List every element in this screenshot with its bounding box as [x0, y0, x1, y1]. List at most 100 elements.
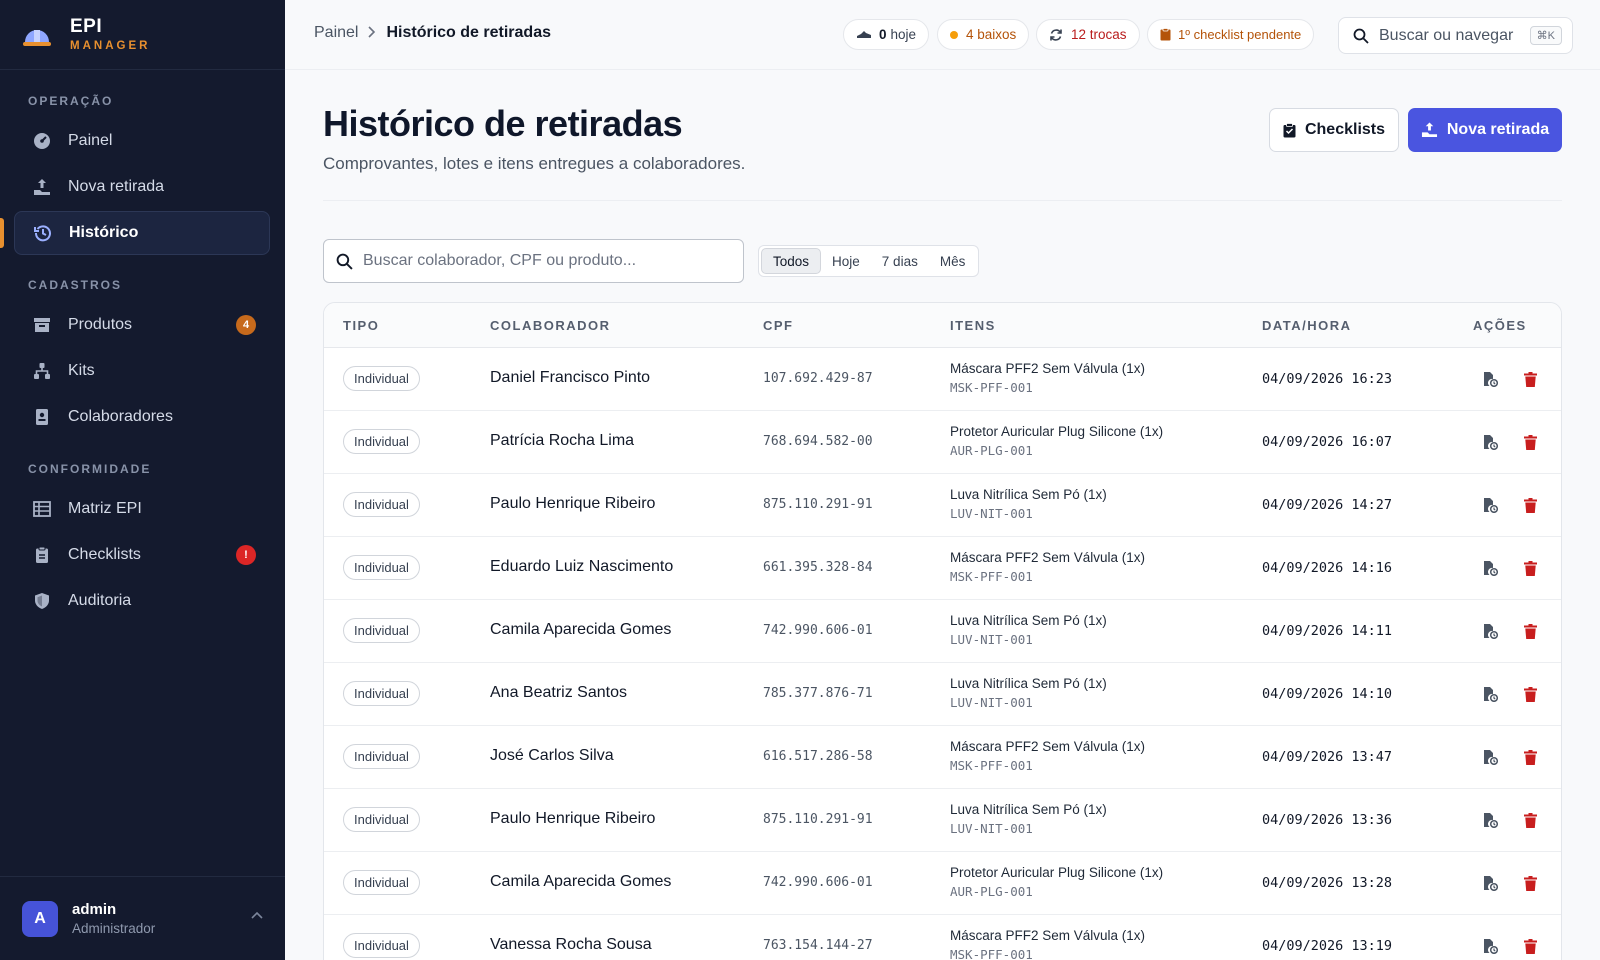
trash-icon[interactable]: [1520, 495, 1540, 515]
range-7-dias[interactable]: 7 dias: [871, 248, 929, 274]
trash-icon[interactable]: [1520, 621, 1540, 641]
trash-icon[interactable]: [1520, 810, 1540, 830]
sidebar-item-produtos[interactable]: Produtos 4: [14, 303, 270, 347]
user-menu[interactable]: A admin Administrador: [0, 876, 285, 960]
page-subtitle: Comprovantes, lotes e itens entregues a …: [323, 154, 746, 173]
breadcrumb-root[interactable]: Painel: [314, 24, 358, 42]
trash-icon[interactable]: [1520, 558, 1540, 578]
receipt-icon[interactable]: [1480, 369, 1500, 389]
breadcrumb: Painel Histórico de retiradas: [314, 24, 551, 42]
table-row[interactable]: Individual Paulo Henrique Ribeiro 875.11…: [324, 789, 1561, 852]
sidebar-item-colaboradores[interactable]: Colaboradores: [14, 395, 270, 439]
sidebar-item-label: Painel: [68, 132, 113, 149]
collaborator-name: Camila Aparecida Gomes: [490, 621, 672, 638]
table-row[interactable]: Individual Camila Aparecida Gomes 742.99…: [324, 600, 1561, 663]
range-todos[interactable]: Todos: [761, 248, 822, 274]
cpf: 742.990.606-01: [763, 623, 873, 638]
global-search[interactable]: Buscar ou navegar ⌘K: [1338, 17, 1573, 54]
type-badge: Individual: [343, 744, 420, 769]
shoe-icon: [857, 30, 871, 38]
item-sku: MSK-PFF-001: [950, 569, 1033, 584]
table-row[interactable]: Individual Vanessa Rocha Sousa 763.154.1…: [324, 915, 1561, 960]
sidebar-item-kits[interactable]: Kits: [14, 349, 270, 393]
item-sku: LUV-NIT-001: [950, 695, 1033, 710]
today-label: hoje: [890, 27, 917, 42]
sidebar-item-auditoria[interactable]: Auditoria: [14, 579, 270, 623]
receipt-icon[interactable]: [1480, 873, 1500, 893]
trash-icon[interactable]: [1520, 873, 1540, 893]
trash-icon[interactable]: [1520, 684, 1540, 704]
receipt-icon[interactable]: [1480, 747, 1500, 767]
clipboard-icon: [32, 545, 52, 565]
sidebar-item-label: Colaboradores: [68, 408, 173, 425]
checklist-pending-pill[interactable]: 1º checklist pendente: [1147, 19, 1315, 50]
low-stock-pill[interactable]: 4 baixos: [937, 19, 1030, 50]
item-cell: Protetor Auricular Plug Silicone (1x) AU…: [950, 424, 1163, 458]
collaborator-name: Ana Beatriz Santos: [490, 684, 627, 701]
sidebar-item-matriz-epi[interactable]: Matriz EPI: [14, 487, 270, 531]
brand-name: EPI: [70, 16, 103, 37]
history-search-input[interactable]: [363, 252, 723, 270]
sidebar-item-historico[interactable]: Histórico: [14, 211, 270, 255]
chevron-up-icon: [251, 911, 263, 919]
table-row[interactable]: Individual José Carlos Silva 616.517.286…: [324, 726, 1561, 789]
trash-icon[interactable]: [1520, 747, 1540, 767]
range-mes[interactable]: Mês: [929, 248, 977, 274]
collaborator-name: Camila Aparecida Gomes: [490, 873, 672, 890]
nova-retirada-button[interactable]: Nova retirada: [1408, 108, 1562, 152]
datetime: 04/09/2026 13:19: [1262, 938, 1393, 954]
brand[interactable]: EPI MANAGER: [0, 0, 285, 70]
clipboard-icon: [1160, 28, 1171, 41]
checklist-pending-label: 1º checklist pendente: [1178, 27, 1302, 42]
page-title: Histórico de retiradas: [323, 103, 683, 144]
date-range-filter: Todos Hoje 7 dias Mês: [758, 245, 980, 277]
table-row[interactable]: Individual Camila Aparecida Gomes 742.99…: [324, 852, 1561, 915]
receipt-icon[interactable]: [1480, 495, 1500, 515]
today-pill[interactable]: 0 hoje: [843, 19, 930, 50]
datetime: 04/09/2026 13:47: [1262, 749, 1393, 765]
today-count: 0: [879, 27, 887, 42]
shield-icon: [32, 591, 52, 611]
item-sku: MSK-PFF-001: [950, 380, 1033, 395]
trash-icon[interactable]: [1520, 369, 1540, 389]
trash-icon[interactable]: [1520, 936, 1540, 956]
sidebar-item-painel[interactable]: Painel: [14, 119, 270, 163]
sidebar-item-nova-retirada[interactable]: Nova retirada: [14, 165, 270, 209]
receipt-icon[interactable]: [1480, 684, 1500, 704]
breadcrumb-current: Histórico de retiradas: [386, 24, 551, 41]
datetime: 04/09/2026 13:28: [1262, 875, 1393, 891]
item-name: Máscara PFF2 Sem Válvula (1x): [950, 550, 1146, 565]
cpf: 768.694.582-00: [763, 434, 873, 449]
col-tipo: TIPO: [343, 318, 380, 333]
table-row[interactable]: Individual Paulo Henrique Ribeiro 875.11…: [324, 474, 1561, 537]
table-row[interactable]: Individual Ana Beatriz Santos 785.377.87…: [324, 663, 1561, 726]
type-badge: Individual: [343, 492, 420, 517]
table-row[interactable]: Individual Daniel Francisco Pinto 107.69…: [324, 348, 1561, 411]
checklists-button[interactable]: Checklists: [1269, 108, 1399, 152]
checklists-alert-badge: !: [236, 545, 256, 565]
receipt-icon[interactable]: [1480, 558, 1500, 578]
swaps-pill[interactable]: 12 trocas: [1036, 19, 1140, 50]
receipt-icon[interactable]: [1480, 621, 1500, 641]
produtos-count-badge: 4: [236, 315, 256, 335]
receipt-icon[interactable]: [1480, 432, 1500, 452]
trash-icon[interactable]: [1520, 432, 1540, 452]
receipt-icon[interactable]: [1480, 936, 1500, 956]
table-row[interactable]: Individual Eduardo Luiz Nascimento 661.3…: [324, 537, 1561, 600]
receipt-icon[interactable]: [1480, 810, 1500, 830]
col-acoes: AÇÕES: [1473, 318, 1527, 333]
search-icon: [336, 253, 353, 270]
cpf: 875.110.291-91: [763, 812, 873, 827]
col-itens: ITENS: [950, 318, 996, 333]
item-cell: Luva Nitrílica Sem Pó (1x) LUV-NIT-001: [950, 802, 1107, 836]
history-search[interactable]: [323, 239, 744, 283]
range-hoje[interactable]: Hoje: [821, 248, 871, 274]
item-cell: Máscara PFF2 Sem Válvula (1x) MSK-PFF-00…: [950, 739, 1145, 773]
sidebar-item-checklists[interactable]: Checklists !: [14, 533, 270, 577]
active-indicator: [0, 218, 4, 248]
low-stock-label: 4 baixos: [966, 27, 1017, 42]
sidebar-item-label: Nova retirada: [68, 178, 165, 195]
sidebar-item-label: Kits: [68, 362, 95, 379]
item-cell: Máscara PFF2 Sem Válvula (1x) MSK-PFF-00…: [950, 550, 1145, 584]
table-row[interactable]: Individual Patrícia Rocha Lima 768.694.5…: [324, 411, 1561, 474]
